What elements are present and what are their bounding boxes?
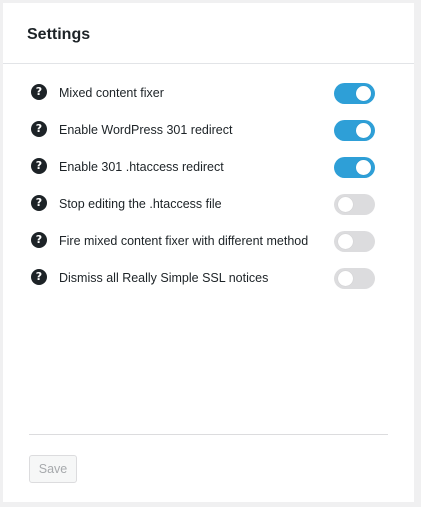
toggle-fire-mixed-content-fixer[interactable]: [334, 231, 375, 252]
toggle-knob: [338, 234, 353, 249]
toggle-wordpress-301-redirect[interactable]: [334, 120, 375, 141]
setting-label: Enable WordPress 301 redirect: [59, 123, 233, 137]
setting-label: Enable 301 .htaccess redirect: [59, 160, 224, 174]
toggle-knob: [356, 123, 371, 138]
setting-label: Stop editing the .htaccess file: [59, 197, 222, 211]
toggle-htaccess-301-redirect[interactable]: [334, 157, 375, 178]
setting-row-fire-mixed-content-fixer: ? Fire mixed content fixer with differen…: [3, 224, 414, 261]
settings-list: ? Mixed content fixer ? Enable WordPress…: [3, 76, 414, 298]
setting-label: Dismiss all Really Simple SSL notices: [59, 271, 269, 285]
toggle-stop-editing-htaccess[interactable]: [334, 194, 375, 215]
question-circle-icon[interactable]: ?: [31, 121, 47, 137]
save-button[interactable]: Save: [29, 455, 77, 483]
footer-divider: [29, 434, 388, 435]
card-header: Settings: [3, 3, 414, 64]
question-circle-icon[interactable]: ?: [31, 84, 47, 100]
setting-label: Mixed content fixer: [59, 86, 164, 100]
question-circle-icon[interactable]: ?: [31, 232, 47, 248]
setting-label: Fire mixed content fixer with different …: [59, 234, 309, 248]
setting-row-wordpress-301-redirect: ? Enable WordPress 301 redirect: [3, 113, 414, 150]
toggle-knob: [356, 160, 371, 175]
setting-row-mixed-content-fixer: ? Mixed content fixer: [3, 76, 414, 113]
toggle-dismiss-notices[interactable]: [334, 268, 375, 289]
toggle-knob: [356, 86, 371, 101]
question-circle-icon[interactable]: ?: [31, 269, 47, 285]
setting-row-stop-editing-htaccess: ? Stop editing the .htaccess file: [3, 187, 414, 224]
card-title: Settings: [27, 26, 91, 43]
settings-card: Settings ? Mixed content fixer ? Enable …: [3, 3, 414, 502]
toggle-knob: [338, 197, 353, 212]
setting-row-dismiss-notices: ? Dismiss all Really Simple SSL notices: [3, 261, 414, 298]
toggle-mixed-content-fixer[interactable]: [334, 83, 375, 104]
setting-row-htaccess-301-redirect: ? Enable 301 .htaccess redirect: [3, 150, 414, 187]
toggle-knob: [338, 271, 353, 286]
question-circle-icon[interactable]: ?: [31, 195, 47, 211]
question-circle-icon[interactable]: ?: [31, 158, 47, 174]
